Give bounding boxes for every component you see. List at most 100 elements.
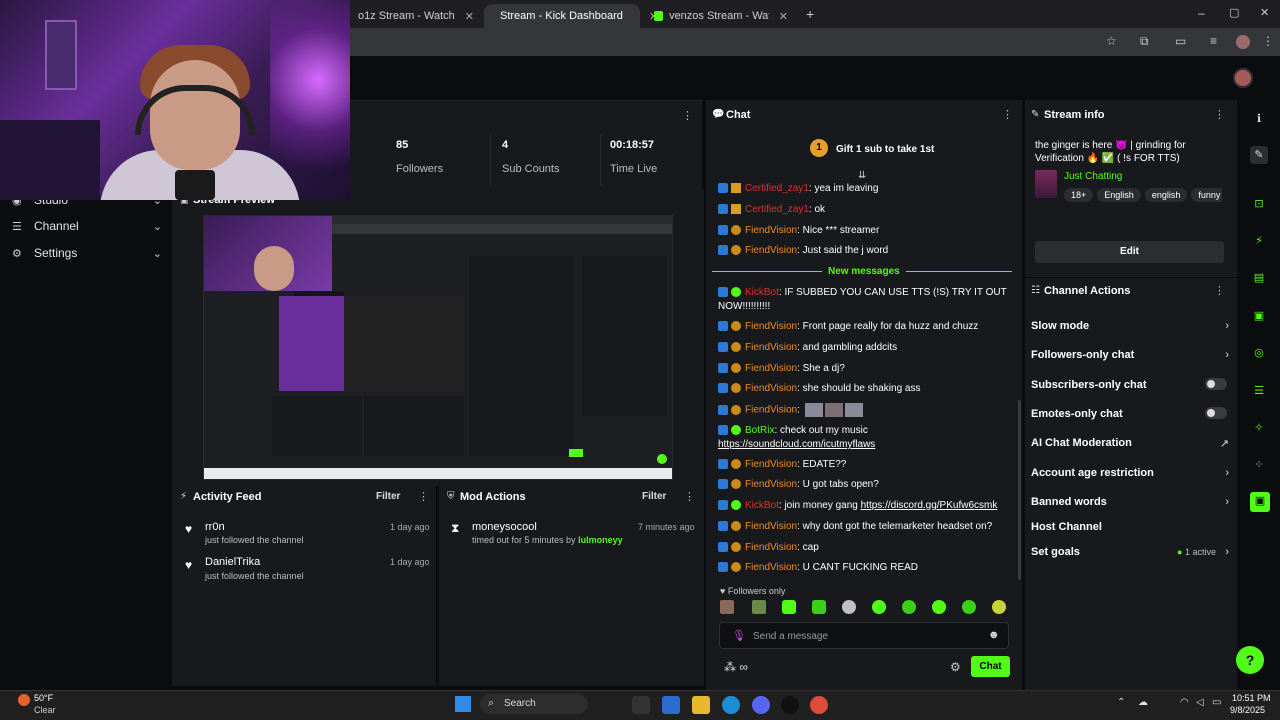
task-view-icon[interactable] — [632, 696, 650, 714]
chevron-right-icon: › — [1225, 467, 1229, 479]
chevron-right-icon: › — [1225, 496, 1229, 508]
activity-filter-button[interactable]: Filter — [376, 491, 400, 502]
chevron-down-icon: ⌄ — [152, 220, 162, 233]
tab-venzos-stream[interactable]: venzos Stream - Watch Live on ✕ — [644, 4, 798, 28]
bolt-icon[interactable]: ⚡ — [1250, 232, 1268, 250]
action-followers-only[interactable]: Followers-only chat › — [1031, 349, 1231, 361]
minimize-button[interactable]: – — [1198, 6, 1205, 20]
target-icon[interactable]: ⊡ — [1250, 195, 1268, 213]
sidebar-item-channel[interactable]: ☰ Channel ⌄ — [12, 213, 162, 239]
action-set-goals[interactable]: Set goals ● 1 active › — [1031, 546, 1231, 558]
emoji-icon[interactable]: ☻ — [988, 629, 1000, 641]
emote[interactable] — [902, 600, 916, 614]
activity-user: DanielTrika — [205, 556, 261, 568]
channel-actions-menu-icon[interactable]: ⋮ — [1214, 284, 1225, 297]
chat-scrollbar[interactable] — [1018, 400, 1021, 580]
reading-list-icon[interactable]: ≡ — [1210, 34, 1217, 48]
close-icon[interactable]: ✕ — [779, 10, 788, 23]
activity-feed-panel — [172, 486, 436, 686]
infinity-icon[interactable]: ⁂ ∞ — [724, 660, 748, 674]
action-subscribers-only[interactable]: Subscribers-only chat — [1031, 378, 1231, 391]
window-close-button[interactable]: ✕ — [1260, 6, 1269, 19]
clock-time[interactable]: 10:51 PM — [1232, 693, 1271, 703]
stats-menu-icon[interactable]: ⋮ — [682, 109, 693, 122]
chat-icon[interactable]: ▣ — [1250, 307, 1268, 325]
activity-feed-title: Activity Feed — [193, 491, 262, 503]
bookmark-star-icon[interactable]: ☆ — [1106, 34, 1117, 48]
chrome-icon[interactable] — [810, 696, 828, 714]
add-widget-icon[interactable]: ▣ — [1250, 492, 1270, 512]
wrench-icon[interactable]: ✧ — [1250, 419, 1268, 437]
browser-menu-icon[interactable]: ⋮ — [1262, 34, 1274, 48]
emotes-only-toggle[interactable] — [1205, 407, 1227, 419]
chat-link[interactable]: https://discord.gg/PKufw6csmk — [861, 500, 998, 511]
file-explorer-icon[interactable] — [692, 696, 710, 714]
category-thumbnail — [1035, 170, 1057, 198]
pencil-icon[interactable]: ✎ — [1250, 146, 1268, 164]
subscribers-only-toggle[interactable] — [1205, 378, 1227, 390]
cast-icon[interactable]: ▭ — [1175, 34, 1186, 48]
action-banned-words[interactable]: Banned words › — [1031, 496, 1231, 508]
battery-icon[interactable]: ▭ — [1212, 697, 1221, 708]
discord-icon[interactable] — [752, 696, 770, 714]
emote[interactable] — [720, 600, 734, 614]
taskbar-search[interactable]: ⌕ Search — [480, 694, 588, 714]
emote[interactable] — [962, 600, 976, 614]
action-account-age[interactable]: Account age restriction › — [1031, 467, 1231, 479]
chat-menu-icon[interactable]: ⋮ — [1002, 108, 1013, 121]
time-live-value: 00:18:57 — [610, 139, 655, 151]
windows-start-icon[interactable] — [455, 696, 471, 712]
info-icon[interactable]: ℹ — [1250, 110, 1268, 128]
obs-icon[interactable] — [781, 696, 799, 714]
apps-icon[interactable]: ⁘ — [1250, 456, 1268, 474]
emote[interactable] — [812, 600, 826, 614]
action-ai-moderation[interactable]: AI Chat Moderation ↗ — [1031, 437, 1231, 450]
emote[interactable] — [782, 600, 796, 614]
action-host-channel[interactable]: Host Channel — [1031, 521, 1231, 533]
stream-info-menu-icon[interactable]: ⋮ — [1214, 108, 1225, 121]
tab-kick-dashboard[interactable]: Stream - Kick Dashboard ✕ — [484, 4, 658, 28]
wifi-icon[interactable]: ◠ — [1180, 697, 1189, 708]
help-icon[interactable]: ? — [1236, 646, 1264, 674]
action-emotes-only[interactable]: Emotes-only chat — [1031, 407, 1231, 420]
store-icon[interactable] — [662, 696, 680, 714]
new-tab-button[interactable]: + — [806, 6, 814, 22]
tray-chevron-icon[interactable]: ⌃ — [1117, 697, 1125, 708]
volume-icon[interactable]: ◁ — [1196, 697, 1204, 708]
profile-avatar[interactable] — [1236, 35, 1250, 49]
gear-icon[interactable]: ⚙ — [950, 660, 961, 674]
activity-time: 1 day ago — [390, 557, 430, 567]
chat-link[interactable]: https://soundcloud.com/icutmyflaws — [718, 439, 875, 450]
mod-menu-icon[interactable]: ⋮ — [684, 490, 695, 503]
document-icon[interactable]: ▤ — [1250, 269, 1268, 287]
emote[interactable] — [752, 600, 766, 614]
user-avatar[interactable] — [1233, 68, 1253, 88]
chat-input[interactable]: 🎙 Send a message ☻ — [719, 622, 1009, 649]
extensions-icon[interactable]: ⧉ — [1140, 34, 1149, 49]
stream-preview-video[interactable] — [203, 215, 673, 480]
edit-stream-info-button[interactable]: Edit — [1035, 241, 1224, 263]
microphone-icon[interactable]: 🎙 — [732, 629, 746, 642]
mod-filter-button[interactable]: Filter — [642, 491, 666, 502]
emote[interactable] — [872, 600, 886, 614]
action-slow-mode[interactable]: Slow mode › — [1031, 320, 1231, 332]
stream-tags: 18+ English english funny — [1064, 187, 1222, 202]
close-icon[interactable]: ✕ — [465, 10, 474, 23]
emote[interactable] — [992, 600, 1006, 614]
emote[interactable] — [932, 600, 946, 614]
sidebar-item-settings[interactable]: ⚙ Settings ⌄ — [12, 240, 162, 266]
weather-temp[interactable]: 50°F — [34, 693, 53, 703]
maximize-button[interactable]: ▢ — [1229, 6, 1239, 19]
tab-o1z-stream[interactable]: o1z Stream - Watch Live on Ki ✕ — [348, 4, 484, 28]
broadcast-icon[interactable]: ◎ — [1250, 344, 1268, 362]
activity-menu-icon[interactable]: ⋮ — [418, 490, 429, 503]
emote[interactable] — [842, 600, 856, 614]
chat-send-button[interactable]: Chat — [971, 656, 1010, 677]
tray-app-icon[interactable]: ☁ — [1138, 697, 1148, 708]
gift-sub-button[interactable]: Gift 1 sub to take 1st — [836, 144, 934, 155]
stream-info-title: Stream info — [1044, 109, 1105, 121]
followers-only-indicator: ♥ Followers only — [720, 586, 786, 596]
stream-category[interactable]: Just Chatting — [1064, 171, 1122, 182]
edge-icon[interactable] — [722, 696, 740, 714]
layout-icon[interactable]: ☰ — [1250, 382, 1268, 400]
